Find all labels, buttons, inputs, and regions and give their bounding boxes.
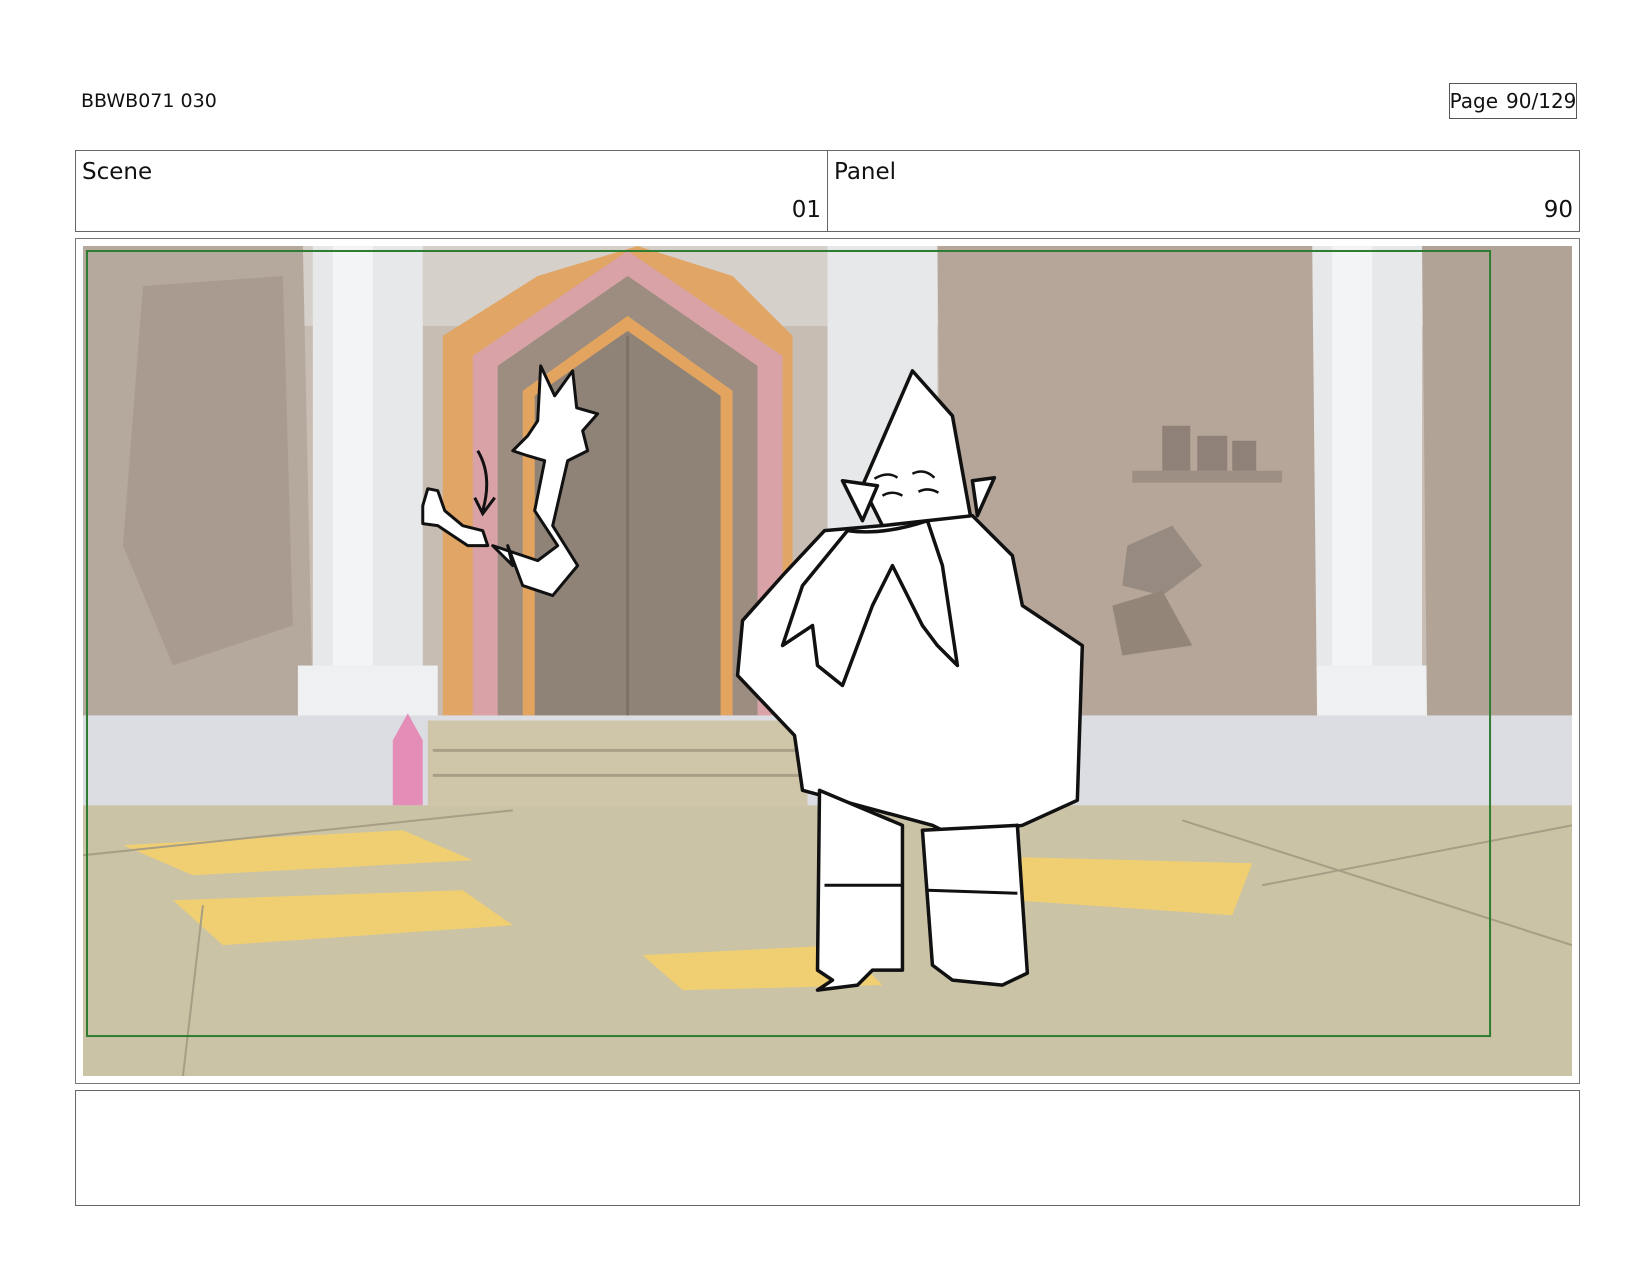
panel-cell: Panel 90: [827, 151, 1579, 231]
storyboard-frame: [75, 238, 1580, 1084]
storyboard-image: [83, 246, 1572, 1076]
scene-cell: Scene 01: [76, 151, 827, 231]
document-code: BBWB071 030: [81, 90, 217, 112]
scene-number: 01: [791, 197, 821, 223]
panel-number: 90: [1543, 197, 1573, 223]
panel-label: Panel: [834, 159, 897, 185]
scene-panel-header: Scene 01 Panel 90: [75, 150, 1580, 232]
page-number: 90/129: [1506, 89, 1577, 113]
scene-label: Scene: [82, 159, 153, 185]
storyboard-illustration: [83, 246, 1572, 1076]
page-indicator: Page 90/129: [1449, 83, 1577, 119]
notes-box: [75, 1090, 1580, 1206]
page-label: Page: [1449, 89, 1499, 113]
